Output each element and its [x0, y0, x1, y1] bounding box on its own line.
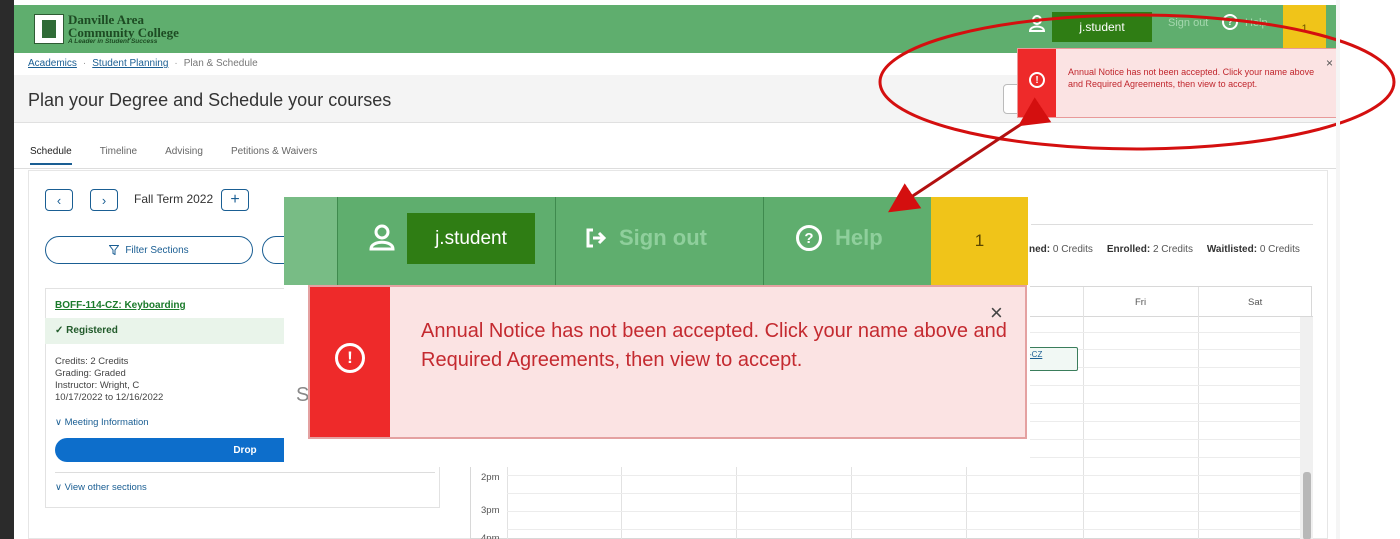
alert-icon: ! — [1029, 72, 1045, 88]
planned-credits-value: 0 Credits — [1052, 244, 1093, 255]
window-edge — [1336, 0, 1340, 539]
calendar-day-fri: Fri — [1135, 297, 1147, 308]
calendar-column-line — [1083, 287, 1084, 539]
notification-message: Annual Notice has not been accepted. Cli… — [1068, 67, 1315, 89]
logo-icon — [34, 14, 64, 45]
notification-badge[interactable]: 1 — [1283, 5, 1326, 53]
calendar-row-line — [507, 529, 1301, 530]
help-link[interactable]: Help — [835, 225, 883, 251]
breadcrumb: Academics · Student Planning · Plan & Sc… — [28, 58, 258, 69]
calendar-course-event[interactable]: -CZ — [1026, 347, 1078, 371]
tab-divider — [14, 168, 1336, 169]
tab-petitions-waivers[interactable]: Petitions & Waivers — [231, 146, 317, 165]
user-menu-button[interactable]: j.student — [407, 213, 535, 264]
zoom-header-divider — [337, 197, 338, 285]
previous-term-button[interactable]: ‹ — [45, 189, 73, 211]
add-term-button[interactable]: + — [221, 189, 249, 211]
breadcrumb-student-planning[interactable]: Student Planning — [92, 58, 168, 69]
calendar-event-label: -CZ — [1029, 350, 1043, 359]
user-icon[interactable] — [369, 223, 395, 251]
chevron-down-icon: ∨ — [55, 482, 62, 493]
sign-out-link[interactable]: Sign out — [1168, 17, 1208, 29]
view-other-sections-label: View other sections — [64, 482, 147, 493]
registered-status: ✓ Registered — [55, 325, 118, 336]
calendar-row-line — [507, 493, 1301, 494]
waitlisted-credits-label: Waitlisted: — [1206, 244, 1258, 255]
zoom-notification: ! Annual Notice has not been accepted. C… — [308, 285, 1027, 439]
course-grading: Grading: Graded — [55, 368, 126, 379]
breadcrumb-current: Plan & Schedule — [183, 58, 258, 69]
card-divider — [55, 472, 435, 473]
tab-timeline[interactable]: Timeline — [100, 146, 137, 165]
filter-sections-button[interactable]: Filter Sections — [45, 236, 253, 264]
sign-out-icon[interactable] — [585, 227, 607, 249]
calendar-time-label: 4pm — [481, 533, 500, 539]
next-term-button[interactable]: › — [90, 189, 118, 211]
page-title: Plan your Degree and Schedule your cours… — [28, 90, 392, 110]
meeting-information-toggle[interactable]: ∨ Meeting Information — [55, 417, 149, 428]
enrolled-credits-value: 2 Credits — [1152, 244, 1193, 255]
close-icon[interactable]: × — [1326, 56, 1333, 70]
course-details: Credits: 2 Credits Grading: Graded Instr… — [55, 356, 163, 404]
calendar-column-line — [1198, 287, 1199, 539]
help-icon[interactable]: ? — [796, 225, 822, 251]
breadcrumb-separator: · — [82, 58, 87, 69]
course-credits: Credits: 2 Credits — [55, 356, 129, 367]
calendar-day-sat: Sat — [1248, 297, 1263, 308]
user-menu-button[interactable]: j.student — [1052, 12, 1152, 42]
course-instructor: Instructor: Wright, C — [55, 380, 140, 391]
waitlisted-credits-value: 0 Credits — [1259, 244, 1300, 255]
user-icon[interactable] — [1028, 14, 1046, 32]
notification-message: Annual Notice has not been accepted. Cli… — [421, 320, 1007, 371]
zoom-header-left-segment — [284, 197, 337, 285]
screenshot: Danville Area Community College A Leader… — [0, 0, 1400, 539]
filter-sections-label: Filter Sections — [125, 244, 189, 256]
breadcrumb-separator: · — [174, 58, 178, 69]
tab-bar: Schedule Timeline Advising Petitions & W… — [30, 146, 345, 165]
tab-advising[interactable]: Advising — [165, 146, 203, 165]
alert-icon: ! — [335, 343, 365, 373]
registered-label: Registered — [66, 325, 118, 336]
close-icon[interactable]: × — [990, 300, 1003, 326]
sign-out-link[interactable]: Sign out — [619, 225, 707, 251]
credits-summary: ned: 0 Credits Enrolled: 2 Credits Waitl… — [1029, 244, 1300, 255]
help-icon[interactable]: ? — [1222, 14, 1238, 30]
term-label: Fall Term 2022 — [134, 192, 214, 206]
calendar-row-line — [507, 475, 1301, 476]
help-link[interactable]: Help — [1245, 17, 1268, 29]
view-other-sections-toggle[interactable]: ∨ View other sections — [55, 482, 147, 493]
college-logo[interactable]: Danville Area Community College A Leader… — [34, 13, 179, 46]
filter-icon — [109, 245, 120, 255]
credits-divider — [1031, 224, 1313, 225]
course-link[interactable]: BOFF-114-CZ: Keyboarding — [55, 300, 186, 311]
planned-credits-label: ned: — [1029, 244, 1051, 255]
window-edge — [0, 0, 14, 539]
zoom-header-divider — [763, 197, 764, 285]
calendar-scroll-thumb[interactable] — [1303, 472, 1311, 539]
chevron-down-icon: ∨ — [55, 417, 62, 428]
breadcrumb-academics[interactable]: Academics — [28, 58, 77, 69]
calendar-time-label: 3pm — [481, 505, 500, 516]
notification-badge[interactable]: 1 — [931, 197, 1028, 285]
calendar-row-line — [507, 511, 1301, 512]
zoom-header-divider — [555, 197, 556, 285]
checkmark-icon: ✓ — [55, 325, 64, 336]
meeting-information-label: Meeting Information — [64, 417, 149, 428]
course-dates: 10/17/2022 to 12/16/2022 — [55, 392, 164, 403]
calendar-time-label: 2pm — [481, 472, 500, 483]
enrolled-credits-label: Enrolled: — [1106, 244, 1151, 255]
tab-schedule[interactable]: Schedule — [30, 146, 72, 165]
header-notification: ! Annual Notice has not been accepted. C… — [1017, 48, 1339, 118]
